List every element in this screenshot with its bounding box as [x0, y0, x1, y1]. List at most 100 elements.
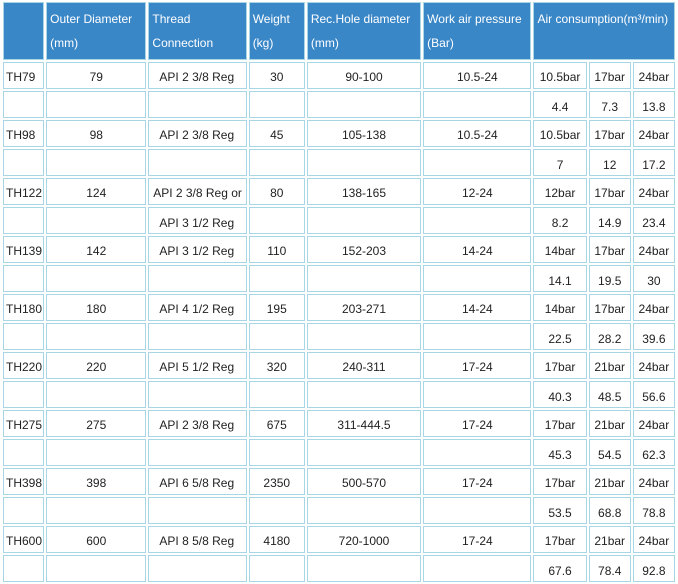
empty-cell — [423, 149, 532, 176]
empty-cell — [248, 91, 305, 118]
empty-cell — [46, 381, 147, 408]
table-row: TH139 142 API 3 1/2 Reg 110 152-203 14-24 14ba… — [3, 236, 675, 263]
header-model — [3, 2, 45, 60]
thread-cell-continued: API 3 1/2 Reg — [148, 207, 247, 234]
pressure-cell: 12-24 — [423, 178, 532, 205]
empty-cell — [306, 497, 422, 524]
header-air-line1: Air consumption(m³/min) — [537, 12, 669, 26]
air-pressure-label-cell: 24bar — [632, 120, 675, 147]
air-consumption-value-cell: 7.3 — [588, 91, 631, 118]
hole-diameter-cell: 500-570 — [306, 468, 422, 495]
empty-cell — [423, 265, 532, 292]
thread-cell: API 6 5/8 Reg — [148, 468, 247, 495]
empty-cell — [46, 265, 147, 292]
empty-cell — [306, 555, 422, 582]
empty-cell — [3, 439, 45, 466]
table-row: TH220 220 API 5 1/2 Reg 320 240-311 17-24 17ba… — [3, 352, 675, 379]
air-pressure-label-cell: 21bar — [588, 410, 631, 437]
empty-cell — [306, 323, 422, 350]
air-consumption-value-cell: 40.3 — [533, 381, 587, 408]
outer-diameter-cell: 79 — [46, 62, 147, 89]
air-pressure-label-cell: 12bar — [533, 178, 587, 205]
empty-cell — [46, 555, 147, 582]
air-consumption-value-cell: 13.8 — [632, 91, 675, 118]
air-pressure-label-cell: 17bar — [588, 236, 631, 263]
header-hole-line1: Rec.Hole diameter — [310, 12, 411, 26]
air-consumption-value-cell: 56.6 — [632, 381, 675, 408]
header-thread-line1: Thread — [152, 12, 191, 26]
empty-cell — [306, 207, 422, 234]
empty-cell — [248, 497, 305, 524]
empty-cell — [148, 497, 247, 524]
air-consumption-value-cell: 4.4 — [533, 91, 587, 118]
air-pressure-label-cell: 24bar — [632, 236, 675, 263]
table-row-values: 67.6 78.4 92.8 — [3, 555, 675, 582]
empty-cell — [248, 555, 305, 582]
weight-cell: 4180 — [248, 526, 305, 553]
empty-cell — [423, 207, 532, 234]
empty-cell — [306, 265, 422, 292]
empty-cell — [3, 381, 45, 408]
outer-diameter-cell: 98 — [46, 120, 147, 147]
weight-cell: 195 — [248, 294, 305, 321]
weight-cell: 80 — [248, 178, 305, 205]
model-cell: TH122 — [3, 178, 45, 205]
hole-diameter-cell: 90-100 — [306, 62, 422, 89]
empty-cell — [3, 149, 45, 176]
air-consumption-value-cell: 23.4 — [632, 207, 675, 234]
air-consumption-value-cell: 8.2 — [533, 207, 587, 234]
air-pressure-label-cell: 24bar — [632, 526, 675, 553]
thread-cell: API 2 3/8 Reg or — [148, 178, 247, 205]
header-outer-diameter-line2: (mm) — [50, 36, 79, 50]
outer-diameter-cell: 600 — [46, 526, 147, 553]
empty-cell — [3, 323, 45, 350]
pressure-cell: 10.5-24 — [423, 120, 532, 147]
header-hole: Rec.Hole diameter (mm) — [306, 2, 422, 60]
air-pressure-label-cell: 17bar — [533, 468, 587, 495]
hole-diameter-cell: 152-203 — [306, 236, 422, 263]
pressure-cell: 14-24 — [423, 236, 532, 263]
weight-cell: 110 — [248, 236, 305, 263]
air-pressure-label-cell: 24bar — [632, 294, 675, 321]
empty-cell — [148, 91, 247, 118]
outer-diameter-cell: 180 — [46, 294, 147, 321]
header-hole-line2: (mm) — [310, 36, 339, 50]
header-weight: Weight (kg) — [248, 2, 305, 60]
air-pressure-label-cell: 14bar — [533, 294, 587, 321]
header-weight-line2: (kg) — [252, 36, 274, 50]
empty-cell — [148, 555, 247, 582]
empty-cell — [248, 265, 305, 292]
empty-cell — [306, 381, 422, 408]
air-pressure-label-cell: 17bar — [533, 352, 587, 379]
table-row: TH79 79 API 2 3/8 Reg 30 90-100 10.5-24 10.5ba… — [3, 62, 675, 89]
empty-cell — [248, 149, 305, 176]
empty-cell — [3, 207, 45, 234]
thread-cell: API 4 1/2 Reg — [148, 294, 247, 321]
empty-cell — [148, 323, 247, 350]
pressure-cell: 14-24 — [423, 294, 532, 321]
weight-cell: 30 — [248, 62, 305, 89]
model-cell: TH220 — [3, 352, 45, 379]
outer-diameter-cell: 275 — [46, 410, 147, 437]
air-consumption-value-cell: 22.5 — [533, 323, 587, 350]
air-consumption-value-cell: 68.8 — [588, 497, 631, 524]
air-consumption-value-cell: 45.3 — [533, 439, 587, 466]
empty-cell — [423, 497, 532, 524]
empty-cell — [46, 207, 147, 234]
air-consumption-value-cell: 19.5 — [588, 265, 631, 292]
outer-diameter-cell: 124 — [46, 178, 147, 205]
empty-cell — [306, 439, 422, 466]
empty-cell — [248, 381, 305, 408]
empty-cell — [46, 323, 147, 350]
pressure-cell: 17-24 — [423, 410, 532, 437]
air-pressure-label-cell: 21bar — [588, 468, 631, 495]
model-cell: TH600 — [3, 526, 45, 553]
weight-cell: 320 — [248, 352, 305, 379]
thread-cell: API 2 3/8 Reg — [148, 120, 247, 147]
header-pressure-line2: (Bar) — [427, 36, 454, 50]
pressure-cell: 17-24 — [423, 526, 532, 553]
air-consumption-value-cell: 78.4 — [588, 555, 631, 582]
air-consumption-value-cell: 48.5 — [588, 381, 631, 408]
outer-diameter-cell: 220 — [46, 352, 147, 379]
air-consumption-value-cell: 30 — [632, 265, 675, 292]
